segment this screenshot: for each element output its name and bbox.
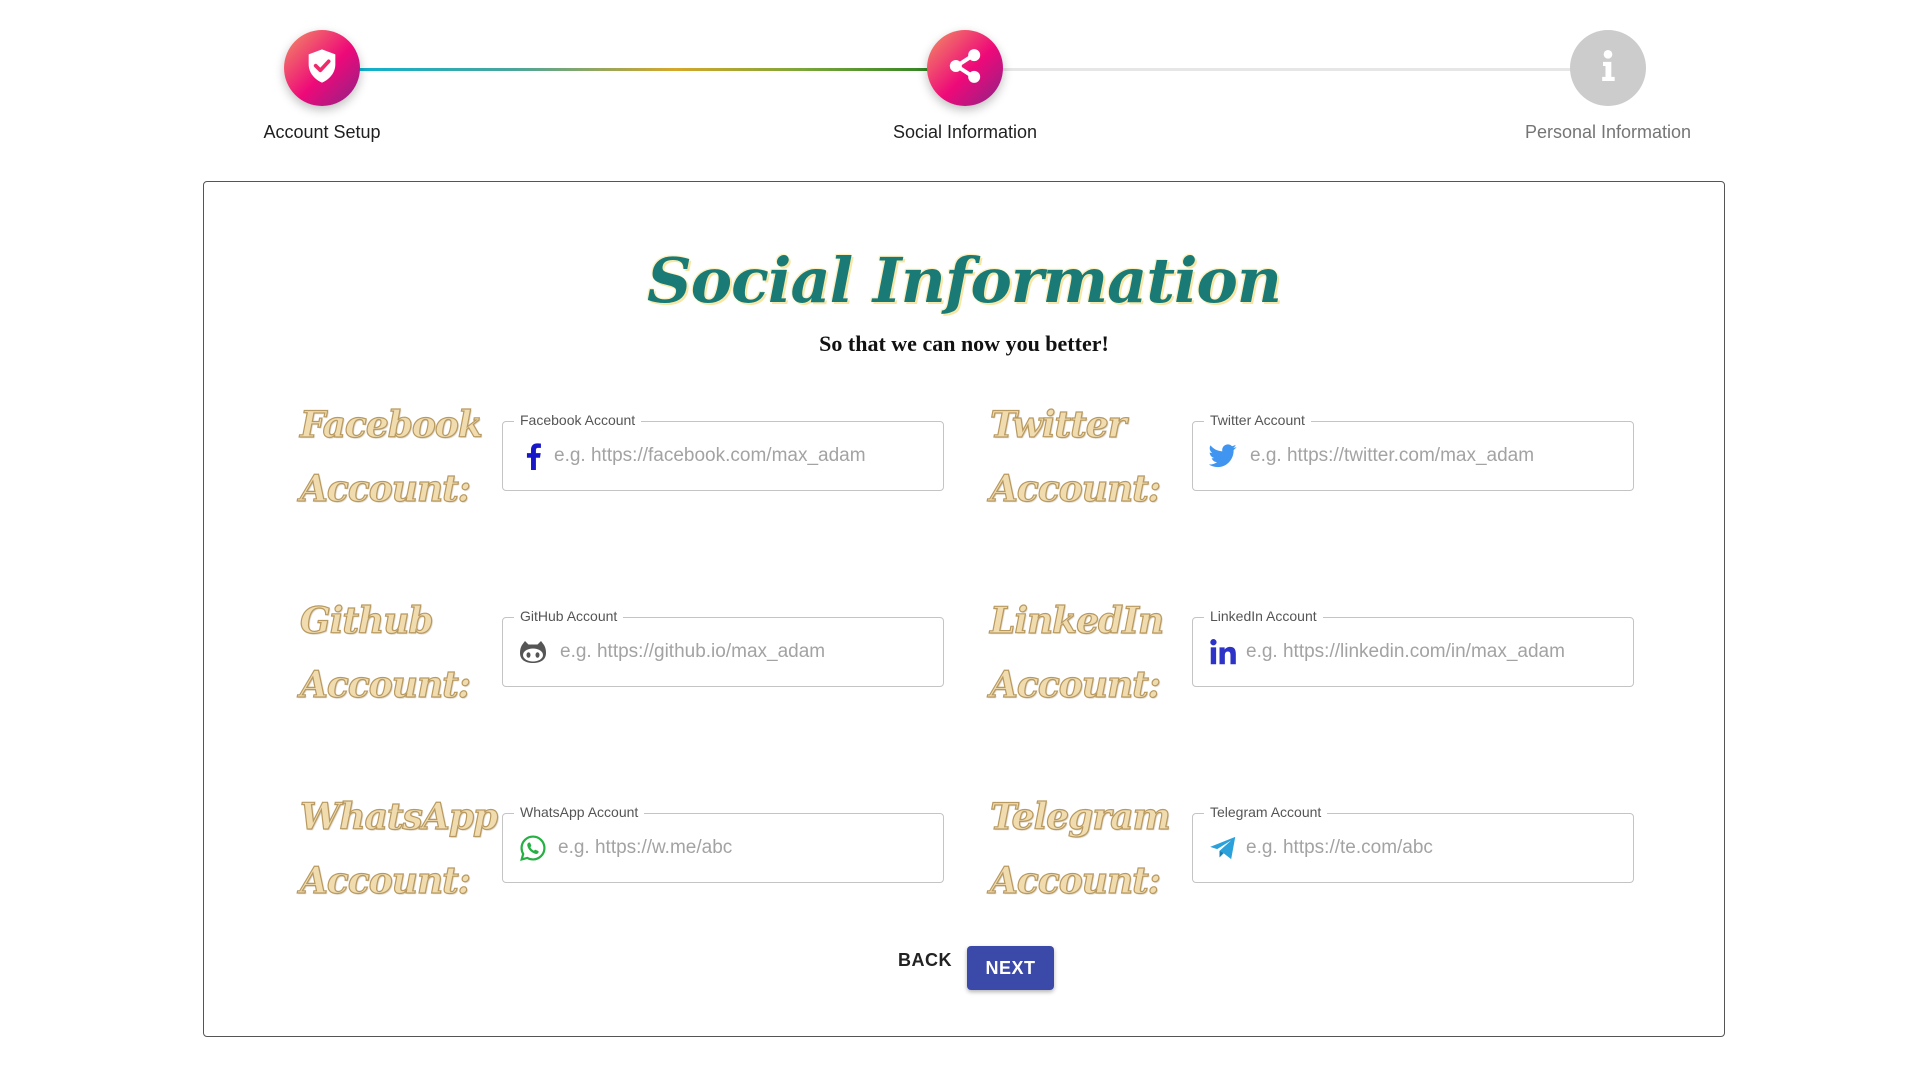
facebook-icon bbox=[518, 441, 548, 471]
telegram-side-label-line-2: Account: bbox=[989, 859, 1161, 902]
form-subtitle: So that we can now you better! bbox=[819, 331, 1109, 356]
github-side-label-line-1: Github bbox=[299, 599, 434, 642]
share-icon bbox=[945, 46, 985, 91]
telegram-field-label: Telegram Account bbox=[1204, 803, 1328, 821]
back-button[interactable]: BACK bbox=[892, 938, 958, 982]
telegram-account-field[interactable]: Telegram Account bbox=[1192, 803, 1634, 883]
twitter-side-label-line-2: Account: bbox=[989, 467, 1161, 510]
step-account-setup[interactable]: Account Setup bbox=[192, 30, 452, 143]
info-icon bbox=[1588, 46, 1628, 91]
github-account-field[interactable]: GitHub Account bbox=[502, 607, 944, 687]
step-label-social-information: Social Information bbox=[892, 122, 1038, 142]
telegram-side-label-line-1: Telegram bbox=[989, 795, 1171, 838]
whatsapp-icon bbox=[518, 833, 548, 863]
step-circle-personal-information bbox=[1570, 30, 1646, 106]
whatsapp-side-label-line-1: WhatsApp bbox=[299, 795, 498, 838]
github-account-input[interactable] bbox=[560, 637, 930, 667]
twitter-account-input[interactable] bbox=[1250, 441, 1620, 471]
step-social-information[interactable]: Social Information bbox=[835, 30, 1095, 143]
social-information-card: Social Information So that we can now yo… bbox=[203, 181, 1725, 1037]
linkedin-side-label: LinkedIn Account: bbox=[989, 589, 1170, 717]
facebook-field-label: Facebook Account bbox=[514, 411, 642, 429]
shield-check-icon bbox=[302, 46, 342, 91]
telegram-account-input[interactable] bbox=[1246, 833, 1620, 863]
whatsapp-field-label: WhatsApp Account bbox=[514, 803, 645, 821]
github-side-label: Github Account: bbox=[299, 589, 480, 717]
step-circle-account-setup bbox=[284, 30, 360, 106]
github-field-label: GitHub Account bbox=[514, 607, 624, 625]
whatsapp-side-label-line-2: Account: bbox=[299, 859, 471, 902]
facebook-account-field[interactable]: Facebook Account bbox=[502, 411, 944, 491]
linkedin-field-label: LinkedIn Account bbox=[1204, 607, 1323, 625]
facebook-side-label-line-1: Facebook bbox=[299, 403, 483, 446]
twitter-account-field[interactable]: Twitter Account bbox=[1192, 411, 1634, 491]
form-title: Social Information bbox=[647, 244, 1282, 317]
telegram-icon bbox=[1208, 833, 1238, 863]
facebook-side-label-line-2: Account: bbox=[299, 467, 471, 510]
linkedin-side-label-line-2: Account: bbox=[989, 663, 1161, 706]
github-side-label-line-2: Account: bbox=[299, 663, 471, 706]
whatsapp-account-field[interactable]: WhatsApp Account bbox=[502, 803, 944, 883]
step-circle-social-information bbox=[927, 30, 1003, 106]
twitter-field-label: Twitter Account bbox=[1204, 411, 1311, 429]
github-icon bbox=[518, 637, 548, 667]
facebook-side-label: Facebook Account: bbox=[299, 393, 483, 521]
linkedin-account-input[interactable] bbox=[1246, 637, 1620, 667]
step-label-account-setup: Account Setup bbox=[263, 122, 381, 142]
facebook-account-input[interactable] bbox=[554, 441, 930, 471]
whatsapp-side-label: WhatsApp Account: bbox=[299, 785, 498, 913]
linkedin-icon bbox=[1208, 637, 1238, 667]
linkedin-side-label-line-1: LinkedIn bbox=[989, 599, 1164, 642]
whatsapp-account-input[interactable] bbox=[558, 833, 930, 863]
linkedin-account-field[interactable]: LinkedIn Account bbox=[1192, 607, 1634, 687]
twitter-side-label-line-1: Twitter bbox=[989, 403, 1127, 446]
stepper: Account Setup Social Information Persona… bbox=[0, 0, 1920, 170]
step-personal-information[interactable]: Personal Information bbox=[1478, 30, 1738, 143]
telegram-side-label: Telegram Account: bbox=[989, 785, 1171, 913]
twitter-icon bbox=[1208, 441, 1238, 471]
step-label-personal-information: Personal Information bbox=[1524, 122, 1692, 142]
next-button[interactable]: NEXT bbox=[967, 946, 1054, 990]
twitter-side-label: Twitter Account: bbox=[989, 393, 1170, 521]
